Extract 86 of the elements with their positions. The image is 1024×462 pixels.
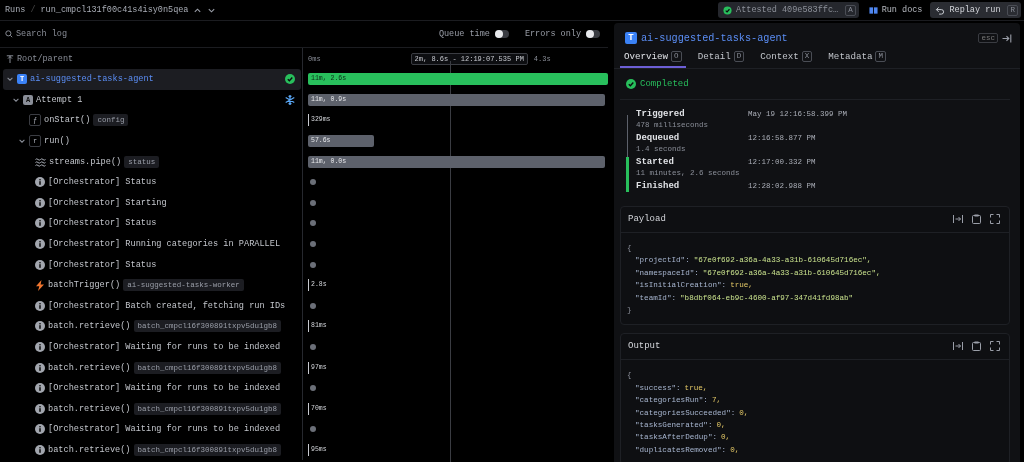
span-name: Attempt 1 — [36, 94, 83, 105]
toggle-switch[interactable] — [586, 30, 600, 38]
card-title: Output — [628, 341, 661, 352]
tree-row[interactable]: [Orchestrator] Waiting for runs to be indexed — [3, 377, 301, 399]
info-icon — [35, 197, 45, 208]
timeline-dot[interactable] — [310, 179, 316, 186]
span-name: [Orchestrator] Starting — [48, 197, 167, 208]
info-icon — [35, 424, 45, 435]
span-name: [Orchestrator] Status — [48, 177, 157, 188]
span-name: [Orchestrator] Waiting for runs to be indexed — [48, 342, 281, 352]
info-icon — [35, 362, 45, 373]
tree-row[interactable]: [Orchestrator] Status — [3, 171, 301, 193]
timeline-dot[interactable] — [310, 261, 316, 268]
timeline-dot[interactable] — [310, 302, 316, 309]
span-name: run() — [44, 136, 70, 147]
card-title: Payload — [628, 214, 666, 224]
tree-row[interactable]: [Orchestrator] Running categories in PARALLEL — [3, 233, 301, 255]
timeline-dot[interactable] — [310, 344, 316, 350]
event-label: Finished — [636, 181, 681, 191]
lightning-icon — [35, 279, 45, 291]
clipboard-icon[interactable] — [972, 341, 981, 352]
info-icon — [35, 342, 45, 352]
undo-arrow-icon — [935, 5, 946, 15]
span-name: batch.retrieve() — [48, 403, 131, 414]
timeline-dot[interactable] — [310, 385, 316, 392]
timeline-dot[interactable] — [310, 426, 316, 433]
toggle-switch[interactable] — [494, 30, 509, 38]
wrap-icon[interactable] — [953, 341, 963, 352]
tree-row[interactable]: [Orchestrator] Batch created, fetching run IDs — [3, 295, 301, 317]
tree-row[interactable]: [Orchestrator] Status — [3, 254, 301, 275]
span-name: [Orchestrator] Batch created, fetching run IDs — [48, 300, 286, 311]
tree-row[interactable]: [Orchestrator] Starting — [3, 192, 301, 214]
span-name: batch.retrieve() — [48, 321, 131, 332]
waves-icon — [35, 156, 46, 167]
info-icon — [35, 445, 45, 455]
info-icon — [35, 403, 45, 414]
timeline-dot[interactable] — [310, 241, 316, 248]
span-name: [Orchestrator] Waiting for runs to be indexed — [48, 424, 281, 435]
tree-row[interactable]: [Orchestrator] Waiting for runs to be indexed — [3, 336, 301, 358]
span-name: batchTrigger() — [48, 280, 121, 291]
check-circle-icon — [723, 5, 733, 15]
span-name: ai-suggested-tasks-agent — [30, 74, 154, 85]
tree-row[interactable]: [Orchestrator] Waiting for runs to be indexed — [3, 419, 301, 440]
run-id: run_cmpcl131f00c41s4isy0n5qea — [40, 5, 189, 15]
caret-icon[interactable] — [18, 137, 26, 146]
span-name: [Orchestrator] Status — [48, 259, 157, 270]
caret-icon[interactable] — [6, 75, 14, 84]
span-name: onStart() — [44, 115, 91, 126]
clipboard-icon[interactable] — [972, 214, 981, 224]
status-label: Completed — [640, 79, 689, 89]
event-label: Dequeued — [636, 133, 681, 143]
info-icon — [35, 218, 45, 229]
docs-button[interactable]: Run docs — [863, 2, 926, 18]
toggle-label: Queue time — [438, 29, 490, 39]
toggle-label: Errors only — [524, 29, 581, 39]
span-name: [Orchestrator] Status — [48, 218, 157, 229]
search-field[interactable]: Search log — [5, 29, 136, 39]
expand-icon[interactable] — [990, 341, 1000, 352]
span-name: batch.retrieve() — [48, 445, 131, 455]
span-name: [Orchestrator] Running categories in PARALLEL — [48, 239, 281, 250]
task-title: ai-suggested-tasks-agent — [641, 32, 788, 44]
info-icon — [35, 300, 45, 311]
info-icon — [35, 177, 45, 188]
breadcrumb-separator: / — [30, 5, 36, 15]
timeline-dot[interactable] — [310, 220, 316, 227]
info-icon — [35, 259, 45, 270]
tree-row[interactable]: [Orchestrator] Status — [3, 213, 301, 234]
span-name: streams.pipe() — [49, 156, 122, 167]
info-icon — [35, 383, 45, 394]
span-name: batch.retrieve() — [48, 362, 131, 373]
task-icon: T — [625, 32, 637, 44]
root-icon[interactable] — [6, 54, 14, 63]
span-name: [Orchestrator] Waiting for runs to be indexed — [48, 383, 281, 394]
collapse-panel-icon[interactable] — [1002, 33, 1012, 43]
wrap-icon[interactable] — [953, 214, 963, 224]
caret-up-icon[interactable] — [193, 5, 203, 15]
book-icon — [868, 5, 878, 15]
root-parent-link[interactable]: Root/parent — [17, 53, 74, 64]
expand-icon[interactable] — [990, 214, 1000, 224]
timeline-dot[interactable] — [310, 199, 316, 206]
search-icon — [5, 30, 13, 38]
event-label: Started — [636, 157, 675, 167]
event-label: Triggered — [636, 109, 686, 119]
breadcrumb-link[interactable]: Runs — [5, 5, 26, 15]
info-icon — [35, 239, 45, 250]
info-icon — [35, 321, 45, 332]
